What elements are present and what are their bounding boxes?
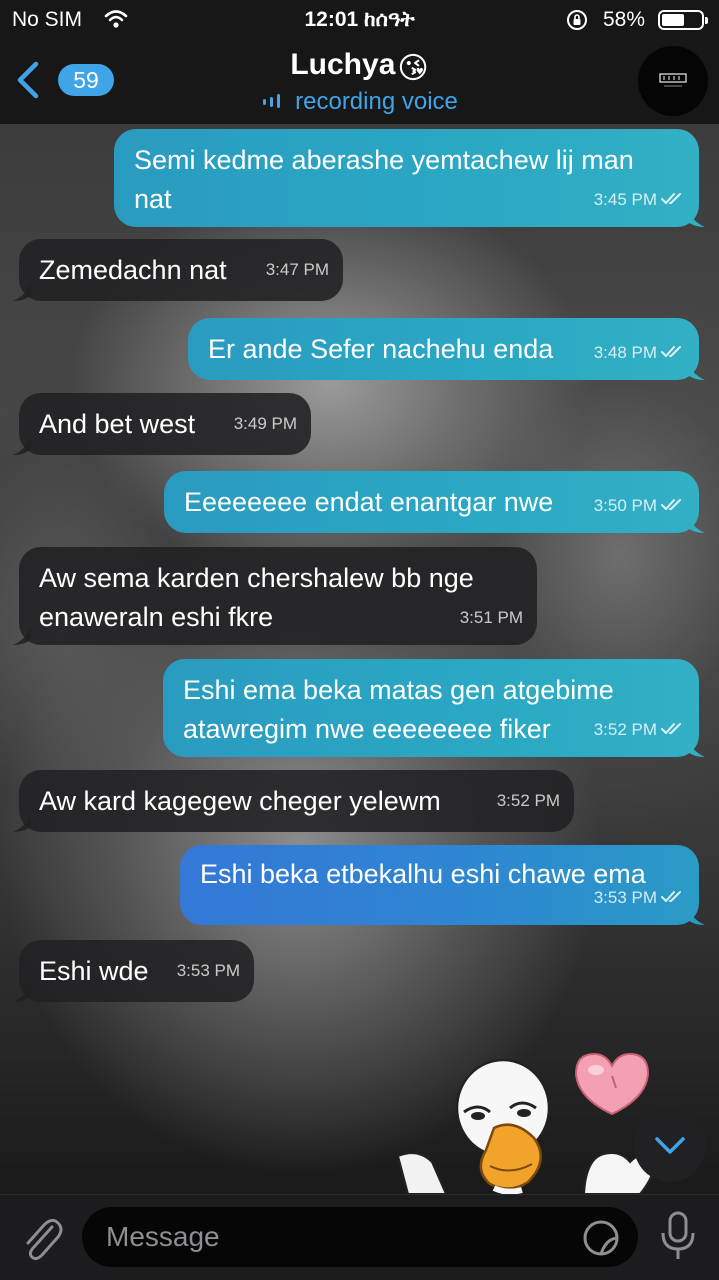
double-check-icon — [661, 499, 681, 510]
incoming-message[interactable]: And bet west 3:49 PM — [19, 393, 311, 455]
duck-sticker[interactable] — [398, 1056, 570, 1194]
typing-status: recording voice — [0, 88, 719, 116]
contact-name: Luchya — [290, 48, 396, 81]
outgoing-message[interactable]: Semi kedme aberashe yemtachew lij man nat… — [114, 129, 699, 227]
message-time: 3:53 PM — [593, 888, 657, 907]
chat-title[interactable]: Luchya😘 — [0, 48, 719, 86]
message-time: 3:50 PM — [593, 496, 657, 515]
message-meta: 3:51 PM — [460, 598, 523, 637]
chat-header: 59 Luchya😘 recording voice — [0, 40, 719, 124]
message-meta: 3:47 PM — [266, 250, 329, 289]
channel-logo-icon — [638, 46, 708, 116]
message-meta: 3:50 PM — [594, 486, 685, 525]
double-check-icon — [661, 346, 681, 357]
message-input-bar — [0, 1194, 719, 1280]
double-check-icon — [661, 193, 681, 204]
outgoing-message[interactable]: Eshi beka etbekalhu eshi chawe ema 3:53 P… — [180, 845, 699, 925]
message-meta: 3:53 PM — [177, 951, 240, 990]
message-text: enaweraln eshi fkre — [39, 602, 274, 632]
message-text: Semi kedme aberashe yemtachew lij man — [134, 145, 634, 175]
battery-icon — [658, 10, 708, 30]
message-meta: 3:53 PM — [594, 878, 685, 917]
message-meta: 3:52 PM — [497, 781, 560, 820]
recording-wave-icon — [263, 94, 281, 108]
message-text: Aw sema karden chershalew bb nge — [39, 563, 474, 593]
message-time: 3:48 PM — [593, 343, 657, 362]
incoming-message[interactable]: Aw sema karden chershalew bb nge enaweral… — [19, 547, 537, 645]
incoming-message[interactable]: Aw kard kagegew cheger yelewm 3:52 PM — [19, 770, 574, 832]
message-time: 3:45 PM — [593, 190, 657, 209]
double-check-icon — [661, 891, 681, 902]
microphone-icon[interactable] — [660, 1211, 696, 1261]
message-field — [82, 1207, 638, 1267]
message-meta: 3:49 PM — [234, 404, 297, 443]
sticker-icon[interactable] — [582, 1219, 620, 1257]
message-input[interactable] — [106, 1207, 576, 1267]
avatar[interactable] — [638, 46, 708, 116]
outgoing-message[interactable]: Er ande Sefer nachehu enda 3:48 PM — [188, 318, 699, 380]
double-check-icon — [661, 723, 681, 734]
message-time: 3:52 PM — [496, 791, 560, 810]
incoming-message[interactable]: Zemedachn nat 3:47 PM — [19, 239, 343, 301]
message-meta: 3:45 PM — [594, 180, 685, 219]
typing-status-label: recording voice — [295, 88, 458, 115]
message-time: 3:51 PM — [459, 608, 523, 627]
message-meta: 3:48 PM — [594, 333, 685, 372]
message-text: Eshi ema beka matas gen atgebime — [183, 675, 614, 705]
paperclip-icon[interactable] — [18, 1213, 64, 1263]
message-text: Aw kard kagegew cheger yelewm — [39, 786, 441, 816]
rotation-lock-icon — [567, 10, 587, 30]
message-meta: 3:52 PM — [594, 710, 685, 749]
outgoing-message[interactable]: Eshi ema beka matas gen atgebime atawregi… — [163, 659, 699, 757]
kiss-emoji-icon: 😘 — [397, 52, 429, 85]
scroll-to-bottom-button[interactable] — [634, 1110, 706, 1182]
message-time: 3:52 PM — [593, 720, 657, 739]
message-time: 3:53 PM — [176, 961, 240, 980]
status-bar: No SIM 12:01 ከሰዓት 58% — [0, 0, 719, 40]
incoming-message[interactable]: Eshi wde 3:53 PM — [19, 940, 254, 1002]
battery-percent: 58% — [603, 8, 646, 31]
message-time: 3:49 PM — [233, 414, 297, 433]
peach-sticker[interactable] — [572, 1048, 652, 1118]
message-time: 3:47 PM — [265, 260, 329, 279]
chevron-down-icon — [655, 1137, 685, 1154]
outgoing-message[interactable]: Eeeeeeee endat enantgar nwe 3:50 PM — [164, 471, 699, 533]
